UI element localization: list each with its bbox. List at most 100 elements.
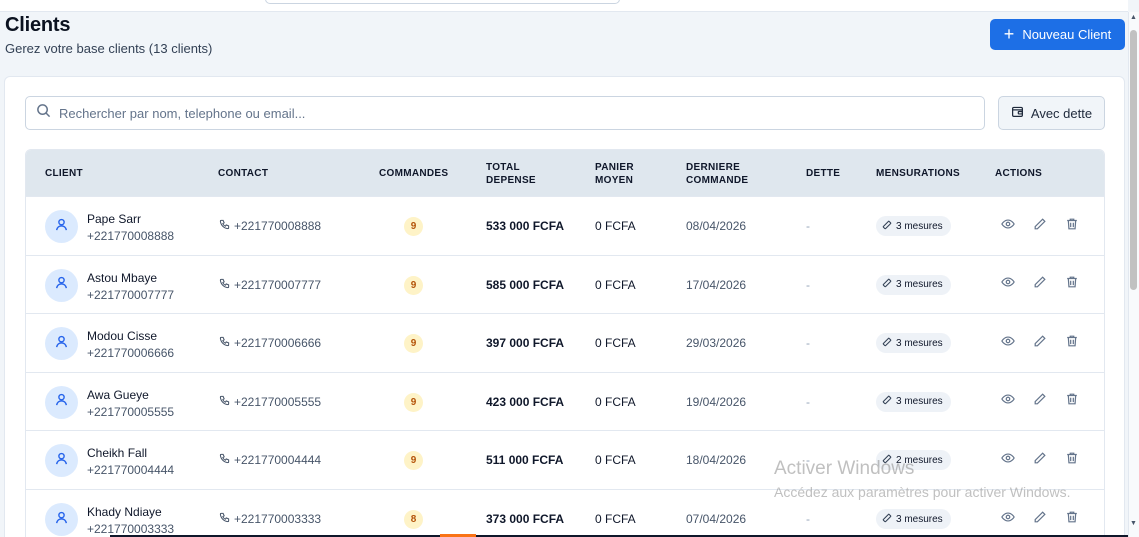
ruler-icon: [882, 513, 892, 526]
plus-icon: +: [1003, 23, 1015, 44]
ruler-icon: [882, 395, 892, 408]
trash-icon: [1065, 217, 1079, 236]
view-button[interactable]: [999, 393, 1017, 411]
top-search-pill[interactable]: [265, 0, 620, 4]
delete-button[interactable]: [1063, 217, 1081, 235]
th-derniere: DERNIERE COMMANDE: [686, 161, 748, 187]
table-row[interactable]: Modou Cisse +221770006666 +221770006666 9 39…: [26, 313, 1104, 373]
avatar: [45, 503, 78, 536]
th-derniere-line2: COMMANDE: [686, 175, 749, 186]
contact-phone: +221770004444: [234, 453, 322, 468]
avatar: [45, 385, 78, 419]
th-commandes: COMMANDES: [379, 168, 449, 179]
measurements-badge[interactable]: 3 mesures: [876, 216, 951, 236]
user-icon: [54, 334, 69, 354]
table-row[interactable]: Astou Mbaye +221770007777 +221770007777 9 58…: [26, 254, 1104, 314]
orders-count-badge: 9: [404, 217, 423, 236]
phone-icon: [219, 278, 230, 292]
client-phone: +221770006666: [87, 346, 175, 361]
clients-table: CLIENT CONTACT COMMANDES TOTAL DEPENSE P…: [25, 149, 1105, 537]
measurements-badge[interactable]: 3 mesures: [876, 391, 951, 412]
total-spent: 585 000 FCFA: [486, 277, 565, 292]
eye-icon: [1001, 451, 1015, 470]
avatar: [45, 210, 78, 243]
new-client-label: Nouveau Client: [1022, 27, 1112, 42]
top-strip: [0, 0, 1128, 12]
table-header: CLIENT CONTACT COMMANDES TOTAL DEPENSE P…: [26, 150, 1104, 196]
search-input[interactable]: [59, 105, 959, 121]
measurements-badge[interactable]: 3 mesures: [876, 333, 951, 354]
avatar: [45, 327, 78, 361]
phone-icon: [219, 219, 230, 233]
pencil-icon: [1033, 334, 1047, 353]
th-panier-line1: PANIER: [595, 162, 634, 173]
debt-filter-label: Avec dette: [1030, 105, 1093, 121]
th-total-line1: TOTAL: [486, 162, 520, 173]
pencil-icon: [1033, 275, 1047, 294]
windows-watermark-subtitle: Accédez aux paramètres pour activer Wind…: [774, 484, 1071, 500]
user-icon: [54, 392, 69, 412]
delete-button[interactable]: [1063, 510, 1081, 528]
eye-icon: [1001, 334, 1015, 353]
total-spent: 397 000 FCFA: [486, 336, 565, 351]
scroll-up-arrow-icon[interactable]: ▲: [1130, 14, 1137, 21]
edit-button[interactable]: [1031, 510, 1049, 528]
contact-phone: +221770005555: [234, 394, 322, 409]
debt-value: -: [806, 219, 810, 233]
delete-button[interactable]: [1063, 393, 1081, 411]
edit-button[interactable]: [1031, 276, 1049, 294]
user-icon: [54, 275, 69, 295]
delete-button[interactable]: [1063, 276, 1081, 294]
orders-count-badge: 9: [404, 334, 423, 354]
view-button[interactable]: [999, 510, 1017, 528]
edit-button[interactable]: [1031, 451, 1049, 469]
delete-button[interactable]: [1063, 334, 1081, 352]
measurements-badge[interactable]: 3 mesures: [876, 509, 951, 529]
debt-value: -: [806, 394, 810, 409]
total-spent: 423 000 FCFA: [486, 394, 565, 409]
th-panier-line2: MOYEN: [595, 175, 634, 186]
debt-value: -: [806, 336, 810, 351]
th-panier: PANIER MOYEN: [595, 161, 634, 187]
last-order-date: 07/04/2026: [686, 512, 747, 526]
last-order-date: 29/03/2026: [686, 336, 747, 351]
total-spent: 533 000 FCFA: [486, 219, 565, 233]
user-icon: [54, 217, 69, 237]
client-phone: +221770004444: [87, 463, 175, 478]
phone-icon: [219, 512, 230, 526]
pencil-icon: [1033, 510, 1047, 529]
edit-button[interactable]: [1031, 393, 1049, 411]
eye-icon: [1001, 510, 1015, 529]
average-basket: 0 FCFA: [595, 394, 636, 409]
client-phone: +221770005555: [87, 404, 175, 419]
average-basket: 0 FCFA: [595, 512, 636, 526]
average-basket: 0 FCFA: [595, 453, 636, 468]
delete-button[interactable]: [1063, 451, 1081, 469]
measurements-label: 3 mesures: [896, 337, 943, 349]
measurements-badge[interactable]: 3 mesures: [876, 274, 951, 295]
last-order-date: 18/04/2026: [686, 453, 747, 468]
page-title: Clients: [5, 14, 71, 36]
table-row[interactable]: Cheikh Fall +221770004444 +221770004444 9 51…: [26, 430, 1104, 490]
client-name: Awa Gueye: [87, 387, 149, 402]
view-button[interactable]: [999, 451, 1017, 469]
view-button[interactable]: [999, 276, 1017, 294]
edit-button[interactable]: [1031, 217, 1049, 235]
debt-filter-button[interactable]: Avec dette: [998, 96, 1105, 130]
search-box[interactable]: [25, 96, 985, 130]
new-client-button[interactable]: + Nouveau Client: [990, 19, 1125, 50]
scroll-down-arrow-icon[interactable]: ▼: [1130, 520, 1137, 527]
measurements-label: 3 mesures: [896, 220, 943, 232]
contact-phone: +221770007777: [234, 277, 322, 292]
last-order-date: 08/04/2026: [686, 219, 747, 233]
contact-cell: +221770006666: [219, 336, 321, 350]
view-button[interactable]: [999, 334, 1017, 352]
table-row[interactable]: Awa Gueye +221770005555 +221770005555 9 423 …: [26, 371, 1104, 431]
user-icon: [54, 451, 69, 471]
client-name: Khady Ndiaye: [87, 505, 162, 519]
ruler-icon: [882, 278, 892, 291]
edit-button[interactable]: [1031, 334, 1049, 352]
table-row[interactable]: Pape Sarr +221770008888 +221770008888 9 533 …: [26, 196, 1104, 255]
scrollbar-thumb[interactable]: [1130, 30, 1137, 290]
view-button[interactable]: [999, 217, 1017, 235]
